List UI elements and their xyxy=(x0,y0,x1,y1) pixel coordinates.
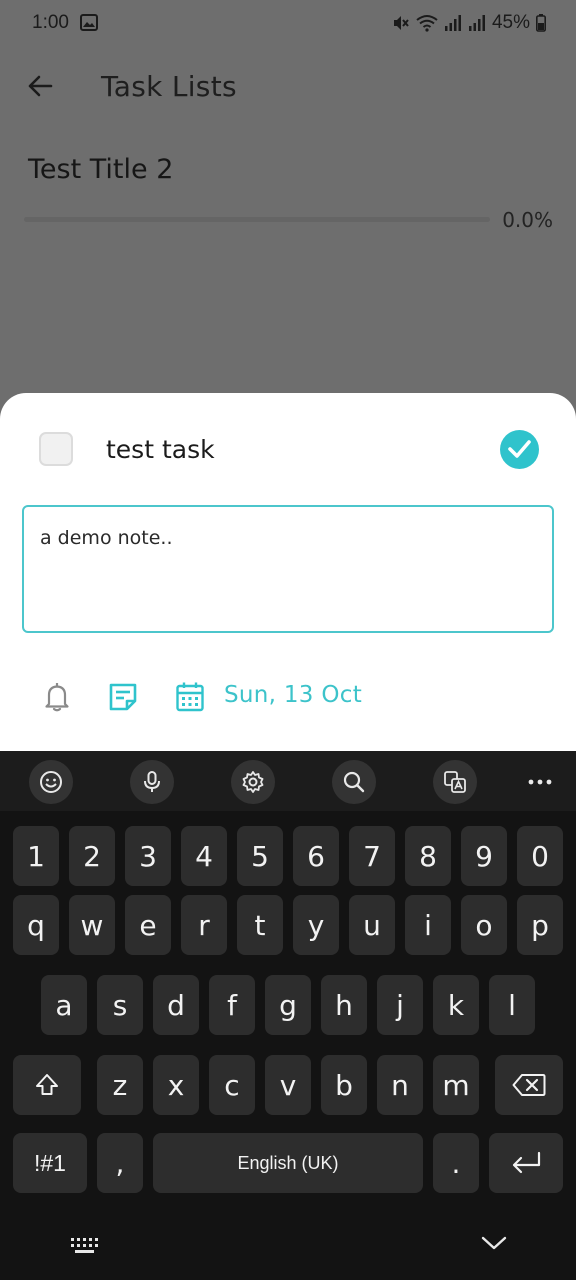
translate-icon[interactable] xyxy=(433,760,477,804)
due-date-label[interactable]: Sun, 13 Oct xyxy=(224,682,362,708)
key[interactable]: 4 xyxy=(181,826,227,886)
key[interactable]: 7 xyxy=(349,826,395,886)
keyboard-toolbar xyxy=(0,751,576,811)
enter-key[interactable] xyxy=(489,1133,563,1193)
key[interactable]: 9 xyxy=(461,826,507,886)
task-checkbox[interactable] xyxy=(39,432,73,466)
key[interactable]: z xyxy=(97,1055,143,1115)
key[interactable]: u xyxy=(349,895,395,955)
key[interactable]: m xyxy=(433,1055,479,1115)
key[interactable]: h xyxy=(321,975,367,1035)
key[interactable]: r xyxy=(181,895,227,955)
key[interactable]: x xyxy=(153,1055,199,1115)
key[interactable]: t xyxy=(237,895,283,955)
page-title: Task Lists xyxy=(101,70,237,103)
key[interactable]: s xyxy=(97,975,143,1035)
wifi-icon xyxy=(416,15,438,32)
chevron-down-icon[interactable] xyxy=(480,1233,508,1253)
key[interactable]: 6 xyxy=(293,826,339,886)
soft-keyboard: 1 2 3 4 5 6 7 8 9 0 q w e r t y u i o p … xyxy=(0,751,576,1280)
key[interactable]: 2 xyxy=(69,826,115,886)
progress-bar xyxy=(24,217,490,222)
gallery-notification-icon xyxy=(80,14,98,31)
status-icons: 45% xyxy=(392,12,546,34)
key[interactable]: 5 xyxy=(237,826,283,886)
comma-key[interactable]: , xyxy=(97,1133,143,1193)
backspace-icon xyxy=(512,1074,546,1096)
app-bar: Task Lists xyxy=(0,60,576,116)
symbols-key[interactable]: !#1 xyxy=(13,1133,87,1193)
status-bar: 1:00 45% xyxy=(0,0,576,48)
enter-icon xyxy=(512,1151,541,1174)
key[interactable]: w xyxy=(69,895,115,955)
more-icon[interactable] xyxy=(520,760,560,804)
battery-percent: 45% xyxy=(491,12,530,33)
key[interactable]: 0 xyxy=(517,826,563,886)
status-time: 1:00 xyxy=(32,12,69,33)
keyboard-switch-icon[interactable] xyxy=(70,1237,100,1255)
key[interactable]: n xyxy=(377,1055,423,1115)
key[interactable]: g xyxy=(265,975,311,1035)
bell-icon[interactable] xyxy=(42,681,72,713)
key[interactable]: l xyxy=(489,975,535,1035)
shift-icon xyxy=(36,1074,58,1095)
key[interactable]: e xyxy=(125,895,171,955)
signal-icon xyxy=(468,15,485,31)
key[interactable]: v xyxy=(265,1055,311,1115)
key[interactable]: a xyxy=(41,975,87,1035)
space-key[interactable]: English (UK) xyxy=(153,1133,423,1193)
key[interactable]: p xyxy=(517,895,563,955)
settings-icon[interactable] xyxy=(231,760,275,804)
key[interactable]: 8 xyxy=(405,826,451,886)
key[interactable]: f xyxy=(209,975,255,1035)
navigation-bar xyxy=(0,1211,576,1280)
key[interactable]: c xyxy=(209,1055,255,1115)
note-icon[interactable] xyxy=(108,682,138,712)
battery-icon xyxy=(536,14,546,32)
period-key[interactable]: . xyxy=(433,1133,479,1193)
backspace-key[interactable] xyxy=(495,1055,563,1115)
note-field[interactable]: a demo note.. xyxy=(22,505,554,633)
shift-key[interactable] xyxy=(13,1055,81,1115)
task-list-title: Test Title 2 xyxy=(28,154,174,185)
search-icon[interactable] xyxy=(332,760,376,804)
key[interactable]: y xyxy=(293,895,339,955)
key[interactable]: k xyxy=(433,975,479,1035)
emoji-icon[interactable] xyxy=(29,760,73,804)
note-input[interactable]: a demo note.. xyxy=(40,527,536,611)
key[interactable]: 3 xyxy=(125,826,171,886)
back-arrow-icon[interactable] xyxy=(26,72,54,100)
sheet-actions: Sun, 13 Oct xyxy=(0,675,576,717)
key[interactable]: o xyxy=(461,895,507,955)
key[interactable]: b xyxy=(321,1055,367,1115)
microphone-icon[interactable] xyxy=(130,760,174,804)
mute-icon xyxy=(393,16,409,30)
progress-percent: 0.0% xyxy=(502,208,553,232)
key[interactable]: i xyxy=(405,895,451,955)
keyboard-keys: 1 2 3 4 5 6 7 8 9 0 q w e r t y u i o p … xyxy=(0,811,576,1211)
key[interactable]: q xyxy=(13,895,59,955)
signal-icon xyxy=(444,15,461,31)
confirm-check-icon[interactable] xyxy=(500,430,539,469)
key[interactable]: j xyxy=(377,975,423,1035)
key[interactable]: d xyxy=(153,975,199,1035)
key[interactable]: 1 xyxy=(13,826,59,886)
task-name-input[interactable] xyxy=(106,431,476,467)
calendar-icon[interactable] xyxy=(175,681,205,713)
task-edit-sheet: a demo note.. Sun, 13 Oct xyxy=(0,393,576,753)
